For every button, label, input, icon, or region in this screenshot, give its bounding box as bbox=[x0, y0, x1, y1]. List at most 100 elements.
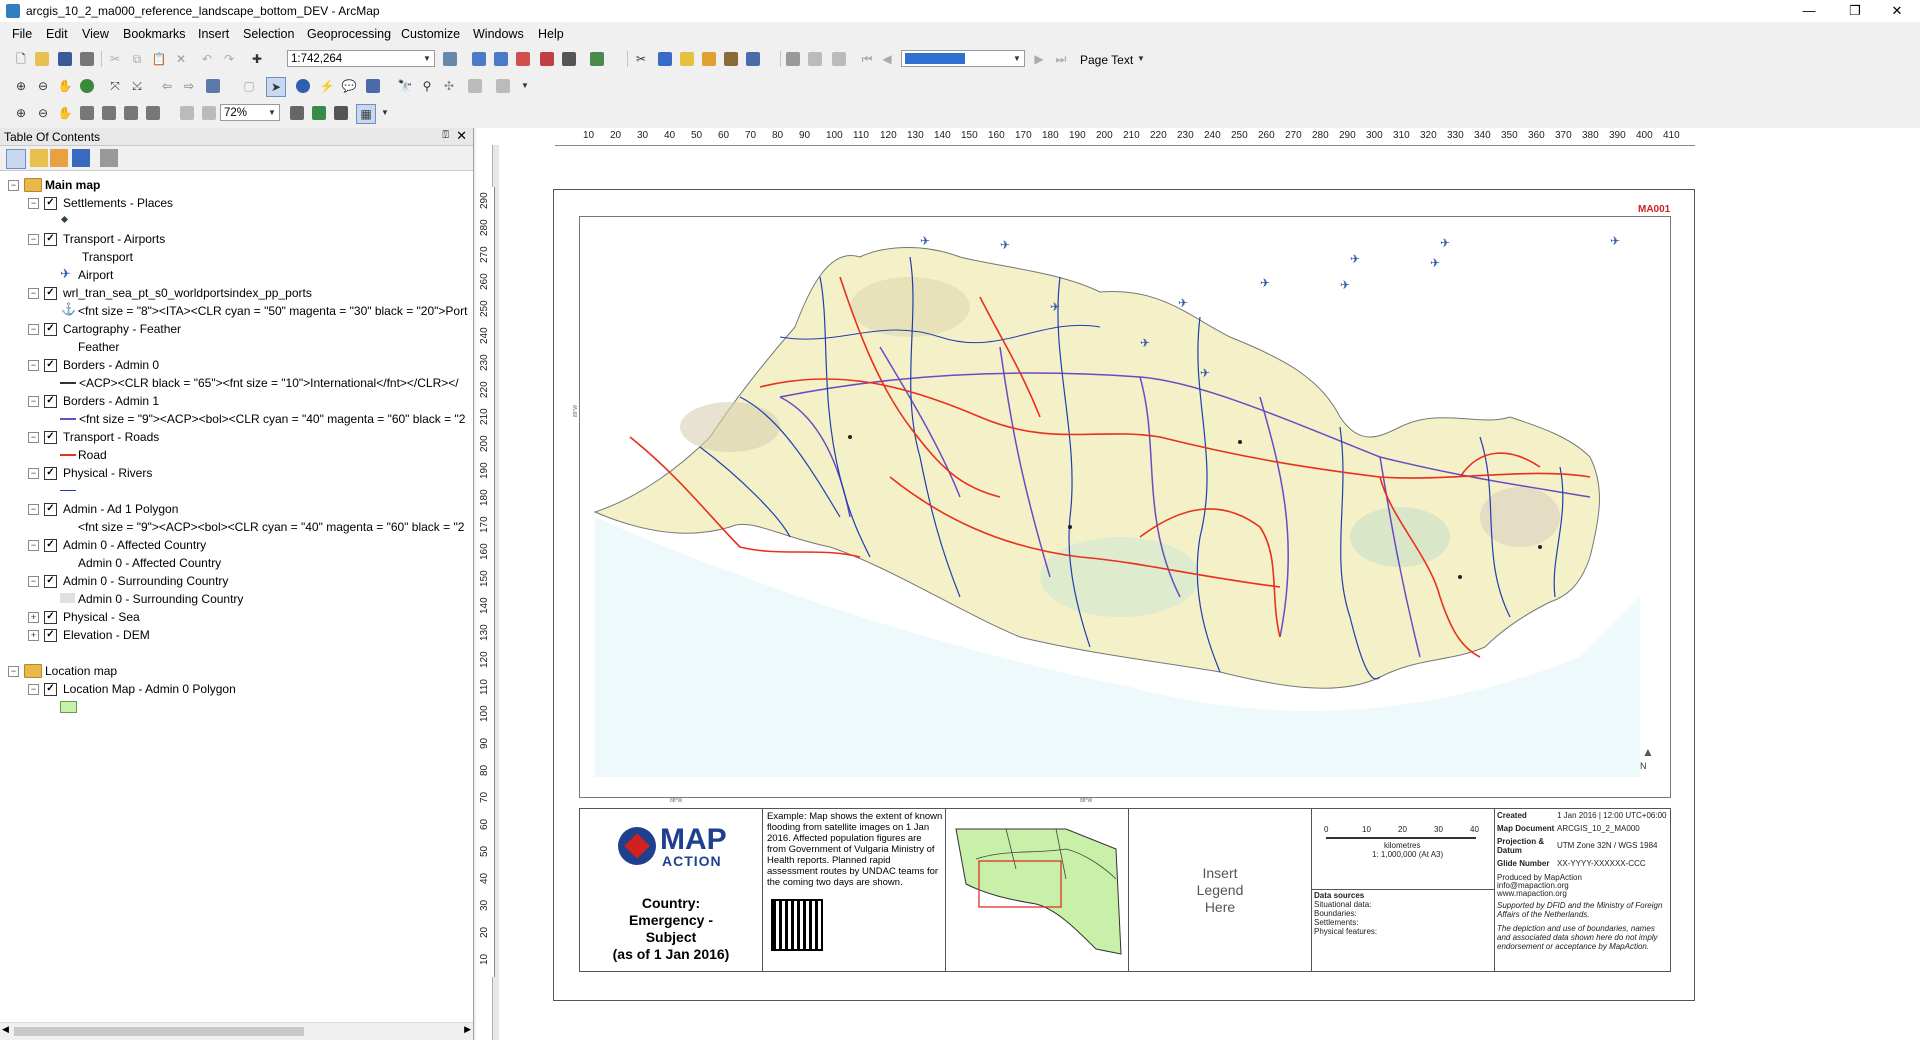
page-text-button[interactable]: Page Text bbox=[1080, 53, 1133, 67]
toc-horizontal-scrollbar[interactable]: ◀ ▶ bbox=[0, 1022, 473, 1040]
main-map-frame[interactable]: ✈ ✈ ✈ ✈ ✈ ✈ ✈ ✈ ✈ ✈ ✈ ✈ N ▲ bbox=[579, 216, 1671, 798]
collapse-icon[interactable]: − bbox=[28, 432, 39, 443]
toc-layer-surrounding-country[interactable]: − ✓ Admin 0 - Surrounding Country bbox=[0, 572, 470, 590]
menu-windows[interactable]: Windows bbox=[473, 27, 524, 41]
layout-zoom-in-icon[interactable]: ⊕ bbox=[12, 104, 30, 122]
collapse-icon[interactable]: − bbox=[28, 684, 39, 695]
toc-layer-dem[interactable]: + ✓ Elevation - DEM bbox=[0, 626, 470, 644]
page-text-dropdown-icon[interactable]: ▼ bbox=[1132, 50, 1150, 68]
select-features-icon[interactable] bbox=[206, 79, 220, 93]
collapse-icon[interactable]: − bbox=[8, 180, 19, 191]
editor-toolbar-icon[interactable] bbox=[443, 52, 457, 66]
add-data-icon[interactable]: ✚ bbox=[248, 50, 266, 68]
collapse-icon[interactable]: − bbox=[28, 360, 39, 371]
change-layout-icon[interactable] bbox=[334, 106, 348, 120]
table-of-contents-icon[interactable] bbox=[472, 52, 486, 66]
model-builder-icon[interactable] bbox=[590, 52, 604, 66]
toc-layer-feather[interactable]: − ✓ Cartography - Feather bbox=[0, 320, 470, 338]
collapse-icon[interactable]: − bbox=[28, 234, 39, 245]
scroll-right-icon[interactable]: ▶ bbox=[464, 1024, 471, 1035]
copy-icon[interactable]: ⧉ bbox=[128, 50, 146, 68]
layout-fixed-zoom-out-icon[interactable] bbox=[146, 106, 160, 120]
search-window-icon[interactable] bbox=[516, 52, 530, 66]
zoom-whole-page-icon[interactable] bbox=[80, 106, 94, 120]
html-popup-icon[interactable]: 💬 bbox=[340, 77, 358, 95]
settings-icon[interactable] bbox=[746, 52, 760, 66]
layout-back-icon[interactable] bbox=[180, 106, 194, 120]
prev-page-icon[interactable]: ◀ bbox=[878, 50, 896, 68]
collapse-icon[interactable]: − bbox=[28, 396, 39, 407]
toc-layer-ports[interactable]: − ✓ wrl_tran_sea_pt_s0_worldportsindex_p… bbox=[0, 284, 470, 302]
first-page-icon[interactable]: ⏮ bbox=[858, 50, 876, 68]
collapse-icon[interactable]: − bbox=[28, 540, 39, 551]
menu-bookmarks[interactable]: Bookmarks bbox=[123, 27, 186, 41]
menu-selection[interactable]: Selection bbox=[243, 27, 294, 41]
print-icon[interactable] bbox=[80, 52, 94, 66]
map-scale-combo[interactable]: 1:742,264 ▼ bbox=[287, 50, 435, 67]
toc-frame-main-map[interactable]: − Main map bbox=[0, 176, 470, 194]
layer-visibility-checkbox[interactable]: ✓ bbox=[44, 575, 57, 588]
select-elements-icon[interactable]: ➤ bbox=[266, 77, 286, 97]
delete-icon[interactable]: ✕ bbox=[172, 50, 190, 68]
measure-icon[interactable] bbox=[366, 79, 380, 93]
collapse-icon[interactable]: − bbox=[8, 666, 19, 677]
toc-layer-location-admin0[interactable]: − ✓ Location Map - Admin 0 Polygon bbox=[0, 680, 470, 698]
image-icon[interactable] bbox=[724, 52, 738, 66]
layer-visibility-checkbox[interactable]: ✓ bbox=[44, 431, 57, 444]
layer-visibility-checkbox[interactable]: ✓ bbox=[44, 611, 57, 624]
toc-layer-roads[interactable]: − ✓ Transport - Roads bbox=[0, 428, 470, 446]
layer-visibility-checkbox[interactable]: ✓ bbox=[44, 539, 57, 552]
layer-visibility-checkbox[interactable]: ✓ bbox=[44, 395, 57, 408]
viewer-icon[interactable] bbox=[496, 79, 510, 93]
menu-geoprocessing[interactable]: Geoprocessing bbox=[307, 27, 391, 41]
collapse-icon[interactable]: − bbox=[28, 576, 39, 587]
zoom-out-icon[interactable]: ⊖ bbox=[34, 77, 52, 95]
focus-data-frame-icon[interactable] bbox=[312, 106, 326, 120]
layer-visibility-checkbox[interactable]: ✓ bbox=[44, 359, 57, 372]
toc-layer-ad1-polygon[interactable]: − ✓ Admin - Ad 1 Polygon bbox=[0, 500, 470, 518]
save-icon[interactable] bbox=[58, 52, 72, 66]
page-name-combo[interactable]: ▼ bbox=[901, 50, 1025, 67]
toc-layer-borders-admin0[interactable]: − ✓ Borders - Admin 0 bbox=[0, 356, 470, 374]
catalog-window-icon[interactable] bbox=[494, 52, 508, 66]
redo-icon[interactable]: ↷ bbox=[220, 50, 238, 68]
menu-view[interactable]: View bbox=[82, 27, 109, 41]
data-driven-pages-icon[interactable]: ▦ bbox=[356, 104, 376, 124]
collapse-icon[interactable]: − bbox=[28, 504, 39, 515]
expand-icon[interactable]: + bbox=[28, 630, 39, 641]
highlight-icon[interactable] bbox=[680, 52, 694, 66]
collapse-icon[interactable]: − bbox=[28, 288, 39, 299]
layout-toolbar-options-icon[interactable]: ▼ bbox=[376, 104, 394, 122]
find-icon[interactable]: 🔭 bbox=[396, 77, 414, 95]
full-extent-icon[interactable] bbox=[80, 79, 94, 93]
document-icon[interactable] bbox=[658, 52, 672, 66]
menu-help[interactable]: Help bbox=[538, 27, 564, 41]
menu-customize[interactable]: Customize bbox=[401, 27, 460, 41]
cut-icon[interactable]: ✂ bbox=[106, 50, 124, 68]
layer-visibility-checkbox[interactable]: ✓ bbox=[44, 233, 57, 246]
list-by-drawing-order-icon[interactable] bbox=[6, 149, 26, 169]
layer-visibility-checkbox[interactable]: ✓ bbox=[44, 629, 57, 642]
expand-icon[interactable]: + bbox=[28, 612, 39, 623]
toc-layer-settlements[interactable]: − ✓ Settlements - Places bbox=[0, 194, 470, 212]
undo-icon[interactable]: ↶ bbox=[198, 50, 216, 68]
collapse-icon[interactable]: − bbox=[28, 198, 39, 209]
collapse-icon[interactable]: − bbox=[28, 324, 39, 335]
toc-layer-affected-country[interactable]: − ✓ Admin 0 - Affected Country bbox=[0, 536, 470, 554]
time-slider-icon[interactable] bbox=[468, 79, 482, 93]
arctoolbox-icon[interactable] bbox=[540, 52, 554, 66]
toggle-draft-icon[interactable] bbox=[290, 106, 304, 120]
data-frame-icon[interactable] bbox=[786, 52, 800, 66]
paste-icon[interactable]: 📋 bbox=[150, 50, 168, 68]
hyperlink-icon[interactable]: ⚡ bbox=[318, 77, 336, 95]
go-to-xy-icon[interactable]: ✣ bbox=[440, 77, 458, 95]
minimize-button[interactable]: — bbox=[1786, 0, 1832, 22]
toc-options-icon[interactable] bbox=[100, 149, 118, 167]
zoom-in-icon[interactable]: ⊕ bbox=[12, 77, 30, 95]
layout-zoom-combo[interactable]: 72% ▼ bbox=[220, 104, 280, 121]
layout-zoom-out-icon[interactable]: ⊖ bbox=[34, 104, 52, 122]
back-extent-icon[interactable]: ⇦ bbox=[158, 77, 176, 95]
pin-icon[interactable]: ⍔ bbox=[442, 129, 449, 142]
toc-close-icon[interactable]: ✕ bbox=[456, 128, 467, 144]
layout-forward-icon[interactable] bbox=[202, 106, 216, 120]
